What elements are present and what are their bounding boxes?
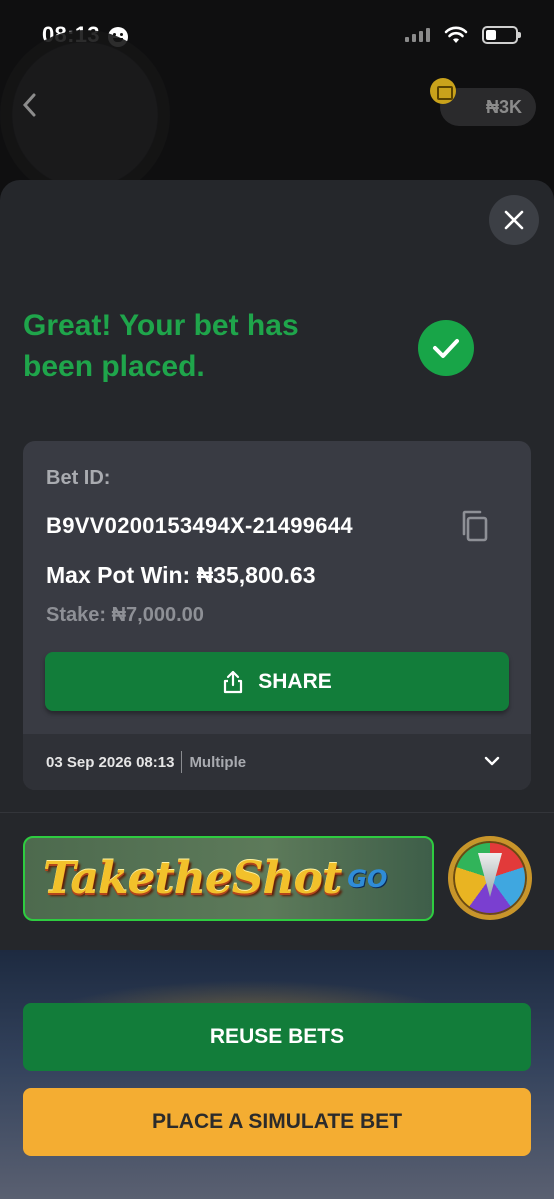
chevron-down-icon[interactable]	[483, 752, 501, 770]
separator	[181, 751, 183, 773]
bet-placed-sheet: Great! Your bet has been placed. Bet ID:…	[0, 180, 554, 1199]
status-indicators	[405, 26, 521, 44]
bet-type: Multiple	[189, 753, 247, 771]
prize-wheel-icon[interactable]	[448, 836, 532, 920]
bet-id-value: B9VV0200153494X-21499644	[46, 513, 353, 538]
take-the-shot-banner[interactable]: TaketheShot GO	[23, 836, 434, 921]
place-simulate-bet-button[interactable]: PLACE A SIMULATE BET	[23, 1088, 531, 1156]
reuse-bets-button[interactable]: REUSE BETS	[23, 1003, 531, 1071]
chevron-left-icon	[22, 93, 36, 117]
close-icon	[504, 210, 524, 230]
bet-summary-card: Bet ID: B9VV0200153494X-21499644 Max Pot…	[23, 441, 531, 790]
check-circle-icon	[418, 320, 474, 376]
success-title: Great! Your bet has been placed.	[23, 309, 299, 383]
bet-details-toggle[interactable]: 03 Sep 2026 08:13 Multiple	[23, 734, 531, 790]
bet-id-label: Bet ID:	[46, 467, 111, 489]
stake: Stake: ₦7,000.00	[46, 604, 204, 626]
promo-suffix: GO	[347, 864, 388, 893]
bet-date: 03 Sep 2026 08:13	[46, 753, 175, 771]
wifi-icon	[444, 26, 468, 43]
battery-icon	[482, 26, 521, 44]
promo-title: TaketheShot	[43, 853, 342, 904]
share-label: SHARE	[258, 669, 332, 693]
balance-value: ₦3K	[485, 96, 522, 117]
close-button[interactable]	[489, 195, 539, 245]
gift-icon[interactable]	[430, 78, 456, 104]
share-icon	[224, 670, 243, 693]
max-pot-win: Max Pot Win: ₦35,800.63	[46, 562, 316, 588]
divider	[0, 812, 554, 813]
share-button[interactable]: SHARE	[45, 652, 509, 711]
back-button[interactable]	[20, 92, 44, 120]
copy-icon[interactable]	[459, 509, 491, 543]
signal-icon	[405, 28, 430, 42]
